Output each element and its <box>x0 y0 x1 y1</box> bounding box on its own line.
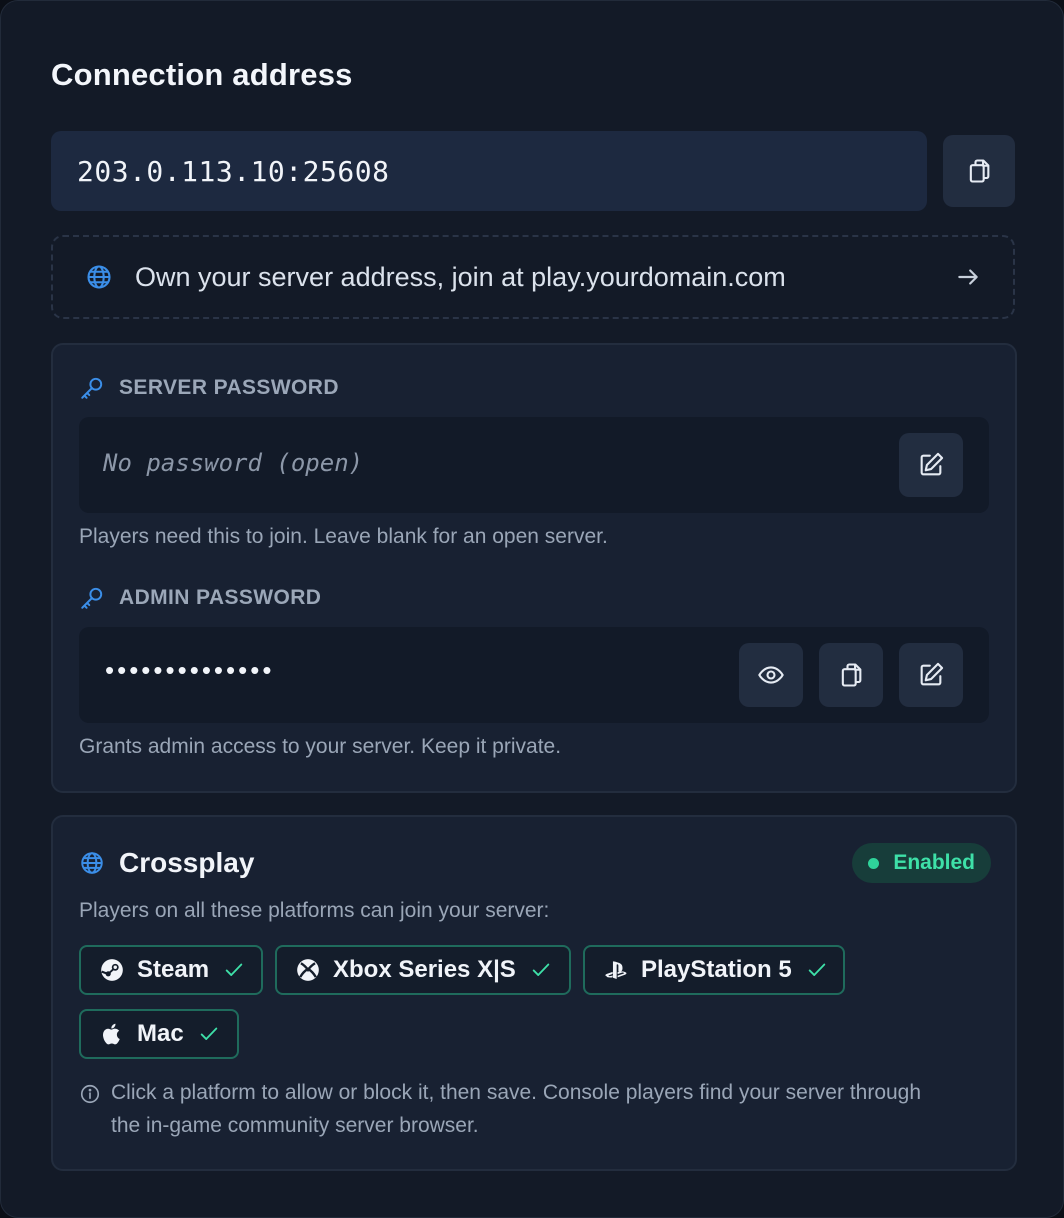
copy-admin-password-button[interactable] <box>819 643 883 707</box>
arrow-right-icon <box>958 269 978 285</box>
playstation-icon <box>605 961 627 979</box>
connection-address-field[interactable]: 203.0.113.10:25608 <box>51 131 927 211</box>
info-icon <box>80 1084 100 1104</box>
crossplay-info-text: Click a platform to allow or block it, t… <box>111 1081 922 1137</box>
connection-address-value: 203.0.113.10:25608 <box>77 154 390 188</box>
crossplay-card: Crossplay Enabled Players on all these p… <box>51 815 1017 1171</box>
admin-password-label: ADMIN PASSWORD <box>119 586 322 609</box>
key-icon <box>81 377 103 399</box>
admin-password-masked: •••••••••••••• <box>105 655 275 685</box>
edit-icon <box>920 662 944 686</box>
crossplay-subtitle: Players on all these platforms can join … <box>79 899 550 922</box>
globe-icon <box>81 852 103 874</box>
server-password-field[interactable]: No password (open) <box>79 417 989 513</box>
crossplay-status-badge: Enabled <box>852 843 991 883</box>
custom-domain-link[interactable]: Own your server address, join at play.yo… <box>51 235 1015 319</box>
check-icon <box>532 963 550 976</box>
copy-icon <box>841 663 862 687</box>
crossplay-title: Crossplay <box>119 847 255 878</box>
platform-label: PlayStation 5 <box>641 956 792 983</box>
platform-chip-xbox[interactable]: Xbox Series X|S <box>275 945 571 995</box>
check-icon <box>808 963 825 976</box>
check-icon <box>200 1027 217 1040</box>
connection-panel: Connection address 203.0.113.10:25608 Ow… <box>0 0 1064 1218</box>
crossplay-title-row: Crossplay <box>79 847 254 879</box>
admin-password-label-row: ADMIN PASSWORD <box>79 585 321 611</box>
copy-address-button[interactable] <box>943 135 1015 207</box>
crossplay-info: Click a platform to allow or block it, t… <box>79 1079 951 1142</box>
server-password-label: SERVER PASSWORD <box>119 376 339 399</box>
platform-chip-mac[interactable]: Mac <box>79 1009 239 1059</box>
page-title: Connection address <box>51 57 353 92</box>
crossplay-status-text: Enabled <box>893 851 975 874</box>
copy-icon <box>969 159 990 183</box>
check-icon <box>225 963 243 976</box>
server-password-hint: Players need this to join. Leave blank f… <box>79 525 608 548</box>
platform-chip-playstation[interactable]: PlayStation 5 <box>583 945 845 995</box>
server-password-label-row: SERVER PASSWORD <box>79 375 339 401</box>
eye-icon <box>758 666 784 684</box>
platform-label: Xbox Series X|S <box>333 956 516 983</box>
admin-password-hint: Grants admin access to your server. Keep… <box>79 735 562 758</box>
status-dot <box>868 857 880 869</box>
globe-icon <box>87 265 111 289</box>
custom-domain-text: Own your server address, join at play.yo… <box>135 261 786 292</box>
key-icon <box>81 587 103 609</box>
passwords-card: SERVER PASSWORD No password (open) Playe… <box>51 343 1017 793</box>
edit-admin-password-button[interactable] <box>899 643 963 707</box>
server-password-placeholder: No password (open) <box>103 449 364 477</box>
admin-password-field[interactable]: •••••••••••••• <box>79 627 989 723</box>
edit-server-password-button[interactable] <box>899 433 963 497</box>
xbox-icon <box>297 959 319 981</box>
platform-label: Steam <box>137 956 210 983</box>
platform-chip-steam[interactable]: Steam <box>79 945 263 995</box>
steam-icon <box>101 959 123 981</box>
edit-icon <box>920 452 944 476</box>
apple-icon <box>103 1023 120 1045</box>
platform-label: Mac <box>137 1020 184 1047</box>
reveal-admin-password-button[interactable] <box>739 643 803 707</box>
